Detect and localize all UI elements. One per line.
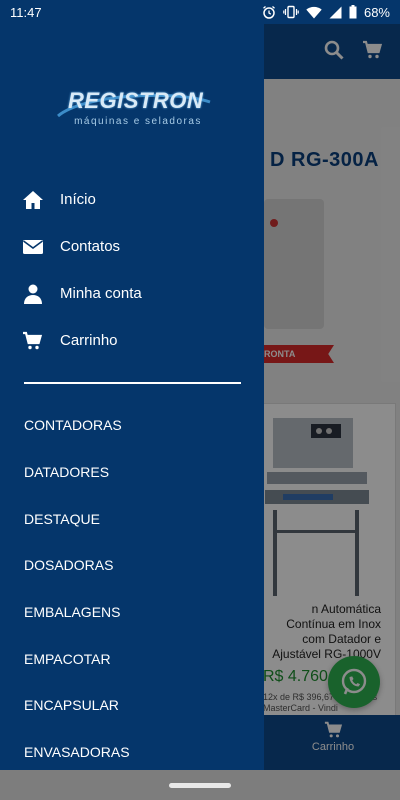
status-time: 11:47 — [10, 4, 42, 20]
status-bar: 11:47 68% — [0, 0, 400, 24]
category-dosadoras[interactable]: DOSADORAS — [0, 549, 264, 583]
category-contadoras[interactable]: CONTADORAS — [0, 409, 264, 443]
menu-item-contatos[interactable]: Contatos — [0, 227, 264, 267]
logo-tagline: máquinas e seladoras — [74, 116, 202, 127]
user-icon — [24, 284, 42, 304]
status-icons: 68% — [262, 5, 390, 20]
envelope-icon — [23, 240, 43, 254]
menu-item-minha-conta[interactable]: Minha conta — [0, 274, 264, 314]
battery-percent: 68% — [363, 4, 390, 20]
home-gesture-handle[interactable] — [169, 783, 231, 788]
battery-icon — [349, 5, 357, 19]
category-label: ENVASADORAS — [24, 744, 130, 760]
menu-item-inicio[interactable]: Início — [0, 180, 264, 220]
wifi-icon — [306, 6, 322, 18]
category-label: DATADORES — [24, 464, 110, 480]
menu-divider — [24, 382, 241, 384]
category-empacotar[interactable]: EMPACOTAR — [0, 643, 264, 677]
menu-item-label: Minha conta — [60, 285, 142, 302]
system-nav-bar — [0, 770, 400, 800]
cart-icon — [23, 331, 43, 350]
category-label: CONTADORAS — [24, 417, 122, 433]
category-embalagens[interactable]: EMBALAGENS — [0, 596, 264, 630]
signal-icon — [329, 6, 342, 18]
home-icon — [23, 191, 43, 209]
nav-drawer: REGISTRON máquinas e seladoras Início Co… — [0, 24, 264, 770]
category-label: EMBALAGENS — [24, 604, 121, 620]
category-label: EMPACOTAR — [24, 651, 111, 667]
category-datadores[interactable]: DATADORES — [0, 456, 264, 490]
category-label: DESTAQUE — [24, 511, 100, 527]
menu-item-label: Início — [60, 191, 96, 208]
category-label: ENCAPSULAR — [24, 697, 119, 713]
alarm-icon — [263, 6, 275, 19]
menu-item-carrinho[interactable]: Carrinho — [0, 321, 264, 361]
logo-brand: REGISTRON — [68, 88, 204, 113]
registron-logo[interactable]: REGISTRON máquinas e seladoras — [54, 88, 214, 138]
category-encapsular[interactable]: ENCAPSULAR — [0, 689, 264, 723]
vibrate-icon — [283, 5, 299, 19]
category-envasadoras[interactable]: ENVASADORAS — [0, 736, 264, 770]
menu-item-label: Contatos — [60, 238, 121, 255]
menu-item-label: Carrinho — [60, 332, 118, 349]
category-label: DOSADORAS — [24, 557, 114, 573]
category-destaque[interactable]: DESTAQUE — [0, 503, 264, 537]
